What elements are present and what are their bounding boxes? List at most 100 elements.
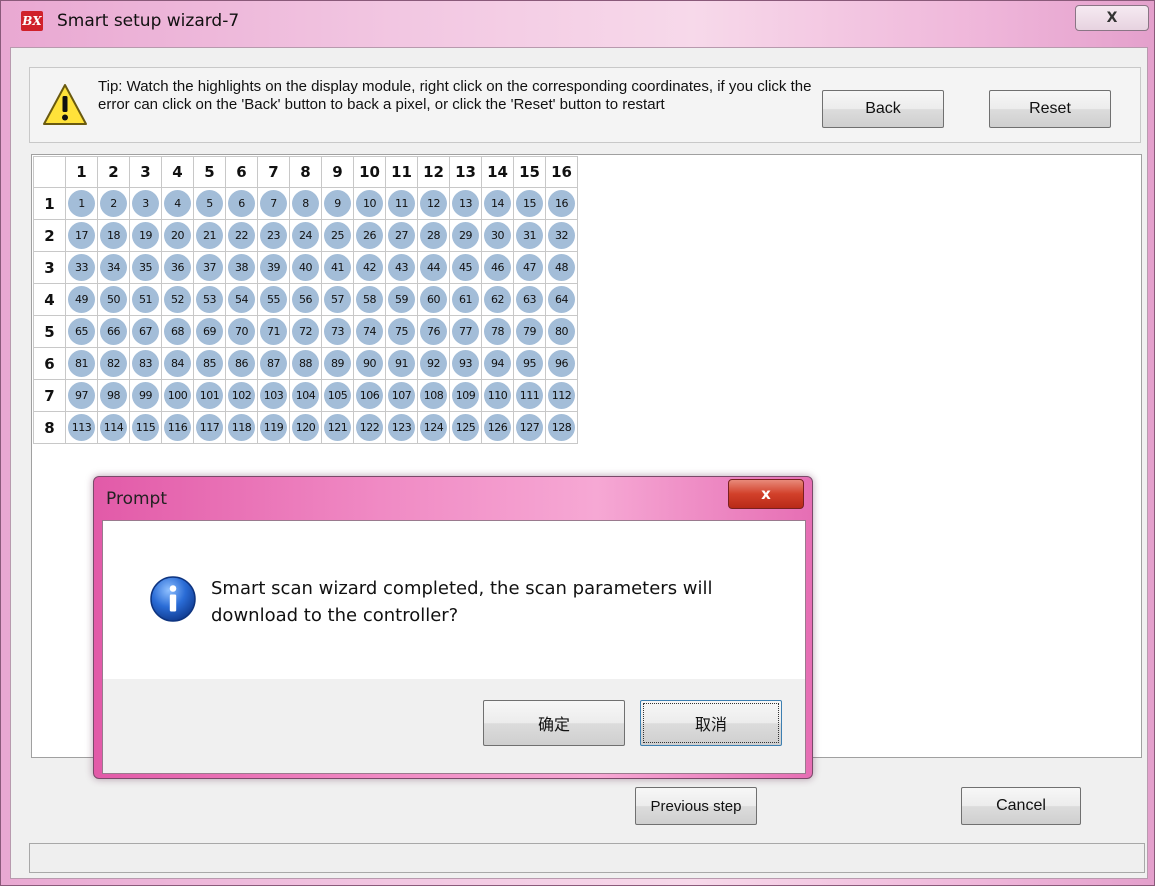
grid-cell[interactable]: 108 [417, 379, 450, 412]
grid-cell[interactable]: 36 [161, 251, 194, 284]
grid-cell[interactable]: 107 [385, 379, 418, 412]
grid-cell[interactable]: 4 [161, 187, 194, 220]
grid-cell[interactable]: 23 [257, 219, 290, 252]
grid-cell[interactable]: 21 [193, 219, 226, 252]
grid-cell[interactable]: 56 [289, 283, 322, 316]
grid-cell[interactable]: 126 [481, 411, 514, 444]
grid-cell[interactable]: 88 [289, 347, 322, 380]
grid-cell[interactable]: 66 [97, 315, 130, 348]
grid-cell[interactable]: 74 [353, 315, 386, 348]
grid-cell[interactable]: 77 [449, 315, 482, 348]
grid-cell[interactable]: 114 [97, 411, 130, 444]
cancel-button[interactable]: Cancel [961, 787, 1081, 825]
grid-cell[interactable]: 119 [257, 411, 290, 444]
grid-cell[interactable]: 32 [545, 219, 578, 252]
grid-cell[interactable]: 76 [417, 315, 450, 348]
grid-cell[interactable]: 40 [289, 251, 322, 284]
grid-cell[interactable]: 85 [193, 347, 226, 380]
grid-cell[interactable]: 124 [417, 411, 450, 444]
grid-cell[interactable]: 19 [129, 219, 162, 252]
grid-cell[interactable]: 43 [385, 251, 418, 284]
grid-cell[interactable]: 80 [545, 315, 578, 348]
grid-cell[interactable]: 117 [193, 411, 226, 444]
grid-cell[interactable]: 110 [481, 379, 514, 412]
grid-cell[interactable]: 123 [385, 411, 418, 444]
grid-cell[interactable]: 3 [129, 187, 162, 220]
grid-cell[interactable]: 45 [449, 251, 482, 284]
window-close-button[interactable]: X [1075, 5, 1149, 31]
grid-cell[interactable]: 97 [65, 379, 98, 412]
grid-cell[interactable]: 84 [161, 347, 194, 380]
grid-cell[interactable]: 27 [385, 219, 418, 252]
grid-cell[interactable]: 115 [129, 411, 162, 444]
grid-cell[interactable]: 109 [449, 379, 482, 412]
grid-cell[interactable]: 96 [545, 347, 578, 380]
grid-cell[interactable]: 95 [513, 347, 546, 380]
grid-cell[interactable]: 116 [161, 411, 194, 444]
grid-cell[interactable]: 86 [225, 347, 258, 380]
grid-cell[interactable]: 25 [321, 219, 354, 252]
prompt-close-button[interactable]: x [728, 479, 804, 509]
grid-cell[interactable]: 51 [129, 283, 162, 316]
grid-cell[interactable]: 78 [481, 315, 514, 348]
grid-cell[interactable]: 82 [97, 347, 130, 380]
previous-step-button[interactable]: Previous step [635, 787, 757, 825]
grid-cell[interactable]: 102 [225, 379, 258, 412]
grid-cell[interactable]: 89 [321, 347, 354, 380]
grid-cell[interactable]: 14 [481, 187, 514, 220]
grid-cell[interactable]: 28 [417, 219, 450, 252]
grid-cell[interactable]: 100 [161, 379, 194, 412]
grid-cell[interactable]: 64 [545, 283, 578, 316]
grid-cell[interactable]: 33 [65, 251, 98, 284]
grid-cell[interactable]: 18 [97, 219, 130, 252]
grid-cell[interactable]: 55 [257, 283, 290, 316]
grid-cell[interactable]: 10 [353, 187, 386, 220]
grid-cell[interactable]: 90 [353, 347, 386, 380]
grid-cell[interactable]: 61 [449, 283, 482, 316]
grid-cell[interactable]: 105 [321, 379, 354, 412]
grid-cell[interactable]: 24 [289, 219, 322, 252]
grid-cell[interactable]: 50 [97, 283, 130, 316]
grid-cell[interactable]: 59 [385, 283, 418, 316]
grid-cell[interactable]: 69 [193, 315, 226, 348]
grid-cell[interactable]: 79 [513, 315, 546, 348]
grid-cell[interactable]: 47 [513, 251, 546, 284]
grid-cell[interactable]: 125 [449, 411, 482, 444]
grid-cell[interactable]: 87 [257, 347, 290, 380]
grid-cell[interactable]: 20 [161, 219, 194, 252]
grid-cell[interactable]: 6 [225, 187, 258, 220]
prompt-ok-button[interactable]: 确定 [483, 700, 625, 746]
grid-cell[interactable]: 41 [321, 251, 354, 284]
reset-button[interactable]: Reset [989, 90, 1111, 128]
grid-cell[interactable]: 8 [289, 187, 322, 220]
grid-cell[interactable]: 16 [545, 187, 578, 220]
grid-cell[interactable]: 12 [417, 187, 450, 220]
grid-cell[interactable]: 68 [161, 315, 194, 348]
grid-cell[interactable]: 92 [417, 347, 450, 380]
grid-cell[interactable]: 128 [545, 411, 578, 444]
grid-cell[interactable]: 35 [129, 251, 162, 284]
grid-cell[interactable]: 106 [353, 379, 386, 412]
grid-cell[interactable]: 62 [481, 283, 514, 316]
grid-cell[interactable]: 46 [481, 251, 514, 284]
grid-cell[interactable]: 34 [97, 251, 130, 284]
grid-cell[interactable]: 22 [225, 219, 258, 252]
grid-cell[interactable]: 38 [225, 251, 258, 284]
grid-cell[interactable]: 103 [257, 379, 290, 412]
grid-cell[interactable]: 5 [193, 187, 226, 220]
grid-cell[interactable]: 73 [321, 315, 354, 348]
grid-cell[interactable]: 67 [129, 315, 162, 348]
grid-cell[interactable]: 9 [321, 187, 354, 220]
grid-cell[interactable]: 44 [417, 251, 450, 284]
grid-cell[interactable]: 122 [353, 411, 386, 444]
grid-cell[interactable]: 83 [129, 347, 162, 380]
grid-cell[interactable]: 70 [225, 315, 258, 348]
grid-cell[interactable]: 1 [65, 187, 98, 220]
grid-cell[interactable]: 53 [193, 283, 226, 316]
grid-cell[interactable]: 72 [289, 315, 322, 348]
grid-cell[interactable]: 42 [353, 251, 386, 284]
grid-cell[interactable]: 49 [65, 283, 98, 316]
grid-cell[interactable]: 75 [385, 315, 418, 348]
grid-cell[interactable]: 48 [545, 251, 578, 284]
grid-cell[interactable]: 121 [321, 411, 354, 444]
